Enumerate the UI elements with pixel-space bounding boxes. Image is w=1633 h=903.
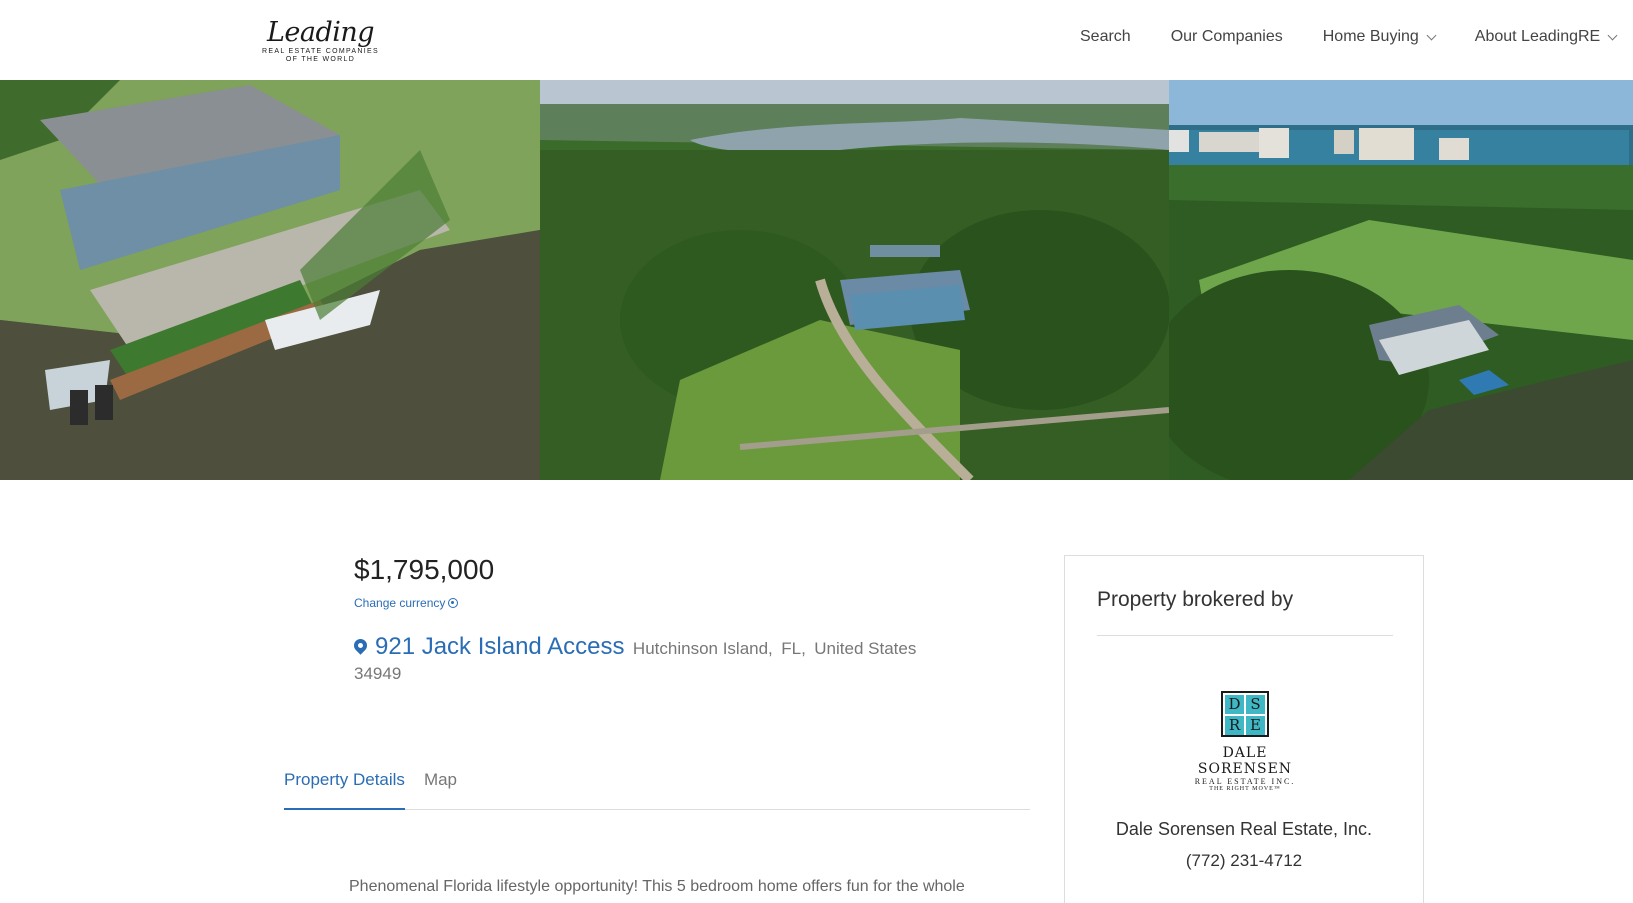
tab-map[interactable]: Map xyxy=(424,764,457,810)
dale-sorensen-logo[interactable]: D S R E DALE SORENSEN REAL ESTATE INC. T… xyxy=(1175,691,1315,792)
nav-about-leadingre[interactable]: About LeadingRE xyxy=(1474,28,1618,46)
dsre-monogram: D S R E xyxy=(1221,691,1269,737)
leadingre-logo[interactable]: Leading REAL ESTATE COMPANIES OF THE WOR… xyxy=(258,18,383,72)
listing-address: 921 Jack Island Access Hutchinson Island… xyxy=(351,633,934,685)
nav-our-companies-label: Our Companies xyxy=(1170,28,1283,45)
nav-search-label: Search xyxy=(1080,28,1131,45)
gallery-photo-3[interactable] xyxy=(1169,80,1633,480)
logo-tagline: THE RIGHT MOVE™ xyxy=(1209,786,1281,792)
nav-home-buying-label: Home Buying xyxy=(1322,28,1419,45)
zip-code: 34949 xyxy=(354,664,402,683)
listing-tabs: Property Details Map xyxy=(284,764,1030,810)
main-nav: Search Our Companies Home Buying About L… xyxy=(1080,28,1618,46)
logo-line-2: OF THE WORLD xyxy=(285,56,356,63)
site-header: Leading REAL ESTATE COMPANIES OF THE WOR… xyxy=(0,0,1633,80)
nav-home-buying[interactable]: Home Buying xyxy=(1322,28,1437,46)
chevron-down-icon xyxy=(1426,30,1437,40)
logo-company-sub: REAL ESTATE INC. xyxy=(1194,777,1296,786)
logo-script-text: Leading xyxy=(266,17,375,48)
country: United States xyxy=(814,639,917,658)
divider xyxy=(1097,635,1393,636)
broker-name: Dale Sorensen Real Estate, Inc. xyxy=(1115,819,1373,839)
broker-card: Property brokered by D S R E DALE SORENS… xyxy=(1064,555,1424,903)
listing-price: $1,795,000 xyxy=(354,554,495,585)
monogram-letter: R xyxy=(1225,716,1244,735)
nav-search[interactable]: Search xyxy=(1080,28,1131,46)
map-marker-icon xyxy=(351,636,370,655)
broker-card-title: Property brokered by xyxy=(1097,588,1294,611)
nav-our-companies[interactable]: Our Companies xyxy=(1171,28,1283,46)
property-description: Phenomenal Florida lifestyle opportunity… xyxy=(349,878,965,895)
state: FL, xyxy=(781,639,806,658)
gallery-photo-1[interactable] xyxy=(0,80,540,480)
broker-phone[interactable]: (772) 231-4712 xyxy=(1065,851,1423,871)
monogram-letter: D xyxy=(1225,695,1244,714)
nav-about-label: About LeadingRE xyxy=(1474,28,1601,45)
city: Hutchinson Island, xyxy=(632,639,773,658)
gallery-photo-2[interactable] xyxy=(540,80,1169,480)
change-currency-label: Change currency xyxy=(354,596,446,610)
change-currency-link[interactable]: Change currency xyxy=(354,596,459,610)
circle-arrow-icon xyxy=(448,598,459,608)
street-address[interactable]: 921 Jack Island Access xyxy=(375,633,624,660)
logo-line-1: REAL ESTATE COMPANIES xyxy=(262,48,379,55)
monogram-letter: E xyxy=(1246,716,1265,735)
logo-company-name: DALE SORENSEN xyxy=(1197,745,1293,777)
photo-gallery xyxy=(0,80,1633,480)
chevron-down-icon xyxy=(1607,30,1618,40)
monogram-letter: S xyxy=(1246,695,1265,714)
tab-property-details[interactable]: Property Details xyxy=(284,764,405,810)
